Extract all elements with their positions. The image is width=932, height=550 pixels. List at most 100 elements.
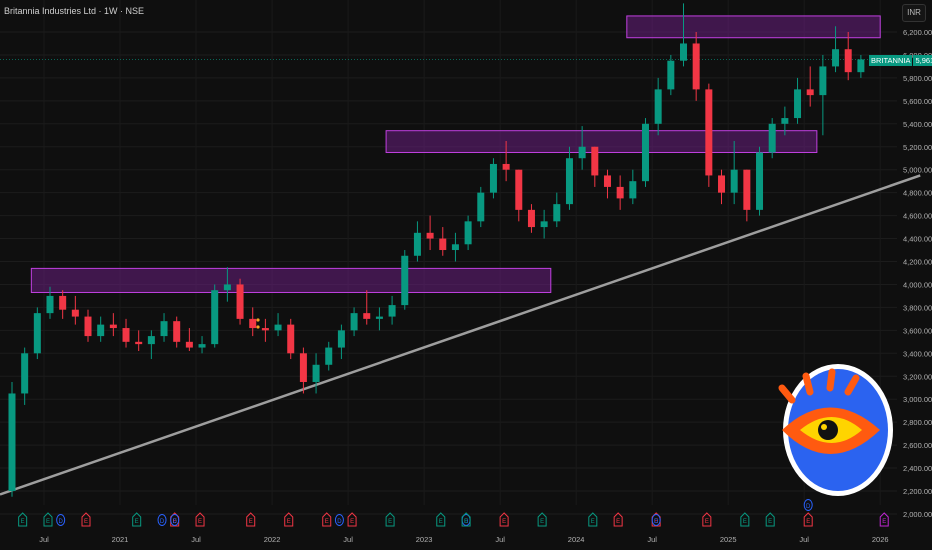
candle-body [565,158,573,205]
candle-body [198,344,206,348]
event-marker-earnings[interactable]: E [499,512,509,527]
candle-body [33,313,41,354]
candle-body [768,123,776,153]
event-letter: E [388,519,392,525]
candle-body [680,43,687,61]
candle-body [388,305,396,317]
x-tick-label: 2024 [568,535,585,544]
candle-body [489,163,497,193]
logo-lash [802,372,814,396]
candle-body [705,89,713,176]
candle-body [464,221,472,245]
event-marker-dividend[interactable]: D [170,514,180,526]
event-letter: E [616,519,620,525]
y-tick-label: 4,600.00 [903,212,932,221]
candle-body [375,316,383,319]
price-chart[interactable]: 2,000.00 2,200.00 2,400.00 2,600.00 2,800.00… [0,0,932,550]
event-letter: E [46,519,50,525]
candle-body [743,169,751,210]
event-marker-earnings[interactable]: E [132,512,142,527]
y-tick-label: 2,800.00 [903,418,932,427]
event-letter: E [540,519,544,525]
trendline [0,174,921,496]
event-marker-earnings[interactable]: E [81,512,91,527]
x-tick-label: Jul [799,535,809,544]
candle-body [451,244,459,251]
candle-body [794,89,802,119]
candle-body [337,330,345,348]
event-marker-earnings[interactable]: E [740,512,750,527]
event-marker-earnings[interactable]: E [537,512,547,527]
y-tick-label: 3,800.00 [903,303,932,312]
candle-body [832,49,840,67]
event-marker-earnings[interactable]: E [322,512,332,527]
event-marker-dividend[interactable]: D [56,514,66,526]
event-marker-earnings[interactable]: E [588,512,598,527]
event-marker-earnings[interactable]: E [18,512,28,527]
candle-body [515,169,523,210]
event-marker-earnings[interactable]: E [765,512,775,527]
candle-body [122,328,130,342]
event-marker-earnings[interactable]: E [803,512,813,527]
symbol-label: BRITANNIA [869,55,913,66]
event-marker-earnings[interactable]: E [43,512,53,527]
logo-lash [826,368,836,392]
candle-body [84,316,92,337]
event-marker-dividend[interactable]: D [803,499,813,511]
y-tick-label: 2,600.00 [903,441,932,450]
candle-body [527,209,535,228]
event-letter: E [591,519,595,525]
y-tick-label: 2,400.00 [903,464,932,473]
event-marker-earnings[interactable]: E [347,512,357,527]
event-letter: E [768,519,772,525]
x-tick-label: 2021 [112,535,129,544]
x-tick-label: Jul [647,535,657,544]
event-letter: E [84,519,88,525]
event-marker-earnings[interactable]: E [195,512,205,527]
event-letter: D [806,504,811,510]
candle-body [667,60,675,90]
event-marker-dividend[interactable]: D [651,514,661,526]
last-price-label: BRITANNIA 5,961.00 [869,55,932,66]
candle-body [312,364,320,382]
candle-body [147,336,155,345]
candle-body [8,393,16,491]
candle-body [71,309,79,317]
event-marker-earnings[interactable]: E [284,512,294,527]
y-tick-label: 3,200.00 [903,372,932,381]
x-tick-label: 2022 [264,535,281,544]
candle-body [97,324,105,337]
signal-dot [256,325,260,329]
candle-body [173,321,181,342]
event-marker-earnings[interactable]: E [246,512,256,527]
event-marker-earnings[interactable]: E [702,512,712,527]
event-marker-earnings[interactable]: E [879,512,889,527]
x-tick-label: Jul [39,535,49,544]
x-tick-label: Jul [343,535,353,544]
y-tick-label: 4,000.00 [903,280,932,289]
candle-body [857,59,865,73]
y-tick-label: 5,000.00 [903,166,932,175]
candle-body [730,169,738,193]
candle-body [553,204,561,222]
candle-body [654,89,662,124]
logo-pupil [818,420,838,440]
event-marker-dividend[interactable]: D [334,514,344,526]
event-letter: E [882,519,886,525]
candle-body [21,353,29,394]
currency-button[interactable]: INR [902,4,926,22]
event-marker-earnings[interactable]: E [385,512,395,527]
candle-body [325,347,333,365]
event-marker-earnings[interactable]: E [436,512,446,527]
event-marker-dividend[interactable]: D [157,514,167,526]
y-tick-label: 5,600.00 [903,97,932,106]
chart-title: Britannia Industries Ltd · 1W · NSE [4,6,145,16]
x-tick-label: Jul [495,535,505,544]
y-tick-label: 2,000.00 [903,510,932,519]
candle-body [401,255,409,306]
event-marker-earnings[interactable]: E [613,512,623,527]
candle-body [109,324,117,329]
event-letter: E [249,519,253,525]
event-letter: E [325,519,329,525]
candle-body [249,318,257,329]
